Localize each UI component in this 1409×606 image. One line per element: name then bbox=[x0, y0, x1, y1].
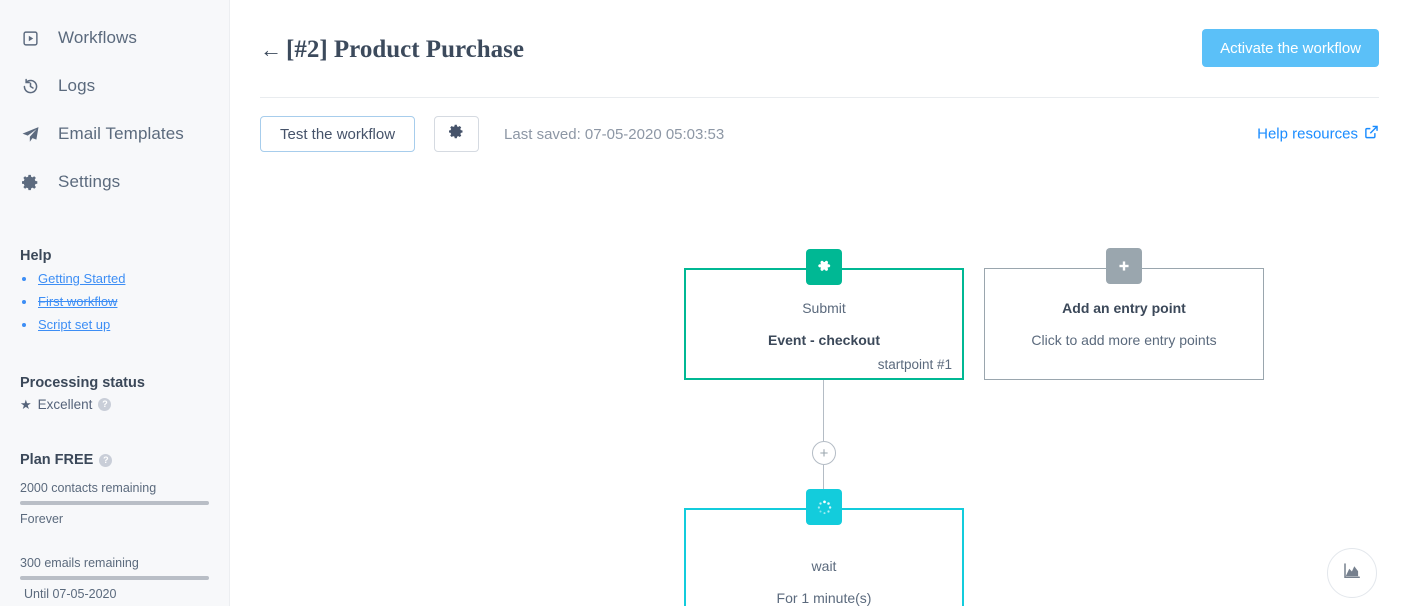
processing-status-title: Processing status bbox=[20, 375, 145, 391]
help-section: Help Getting Started First workflow Scri… bbox=[0, 248, 229, 333]
connector-line-upper bbox=[823, 380, 824, 441]
node-subtitle: Click to add more entry points bbox=[1031, 332, 1217, 348]
sidebar: Workflows Logs Email Templates Settings … bbox=[0, 0, 230, 606]
emails-quota-label: 300 emails remaining bbox=[20, 556, 139, 570]
main-content: ← [#2] Product Purchase Activate the work… bbox=[230, 0, 1409, 606]
wait-node[interactable]: wait For 1 minute(s) #2 bbox=[684, 489, 964, 606]
start-node[interactable]: Submit Event - checkout startpoint #1 bbox=[684, 249, 964, 380]
contacts-quota-sub: Forever bbox=[20, 512, 64, 526]
plan-title: Plan FREE bbox=[20, 452, 94, 468]
sidebar-item-label: Settings bbox=[58, 172, 121, 191]
back-arrow-icon[interactable]: ← bbox=[260, 37, 282, 62]
node-title: Submit bbox=[802, 300, 846, 316]
spinner-icon[interactable] bbox=[806, 489, 842, 525]
help-link-first-workflow[interactable]: First workflow bbox=[38, 294, 117, 309]
gear-icon bbox=[449, 124, 464, 144]
external-link-icon bbox=[1364, 125, 1379, 144]
activate-workflow-button[interactable]: Activate the workflow bbox=[1202, 29, 1379, 67]
status-badge: Excellent bbox=[37, 397, 93, 412]
app-root: Workflows Logs Email Templates Settings … bbox=[0, 0, 1409, 606]
list-item: First workflow bbox=[20, 294, 209, 310]
processing-status-section: Processing status ★ Excellent ? bbox=[0, 375, 229, 412]
help-resources-link[interactable]: Help resources bbox=[1257, 125, 1379, 144]
emails-quota-bar bbox=[20, 576, 209, 580]
play-square-icon bbox=[18, 26, 42, 50]
last-saved-text: Last saved: 07-05-2020 05:03:53 bbox=[504, 125, 725, 143]
plan-header: Plan FREE ? bbox=[20, 452, 209, 468]
node-title: wait bbox=[811, 558, 837, 574]
node-title: Add an entry point bbox=[1062, 300, 1186, 316]
question-mark-icon[interactable]: ? bbox=[99, 453, 113, 467]
history-icon bbox=[18, 74, 42, 98]
help-links-list: Getting Started First workflow Script se… bbox=[20, 271, 209, 333]
add-entry-point-node[interactable]: Add an entry point Click to add more ent… bbox=[984, 248, 1264, 380]
plan-section: Plan FREE ? 2000 contacts remaining Fore… bbox=[0, 452, 229, 601]
help-link-getting-started[interactable]: Getting Started bbox=[38, 271, 125, 286]
processing-status-row: ★ Excellent ? bbox=[20, 397, 209, 412]
sidebar-item-label: Email Templates bbox=[58, 124, 184, 143]
emails-quota: 300 emails remaining Until 07-05-2020 bbox=[20, 556, 209, 601]
list-item: Getting Started bbox=[20, 271, 209, 287]
help-section-title: Help bbox=[20, 248, 52, 264]
question-mark-icon[interactable]: ? bbox=[98, 398, 112, 411]
puzzle-piece-icon[interactable] bbox=[806, 249, 842, 285]
contacts-quota: 2000 contacts remaining Forever bbox=[20, 481, 209, 526]
plus-circle-icon[interactable]: + bbox=[812, 441, 836, 465]
test-workflow-button[interactable]: Test the workflow bbox=[260, 116, 416, 152]
help-link-script-set-up[interactable]: Script set up bbox=[38, 317, 110, 332]
workflow-toolbar: Test the workflow Last saved: 07-05-2020… bbox=[260, 98, 1379, 170]
gear-icon bbox=[18, 170, 42, 194]
page-header: ← [#2] Product Purchase Activate the work… bbox=[260, 0, 1379, 98]
sidebar-item-label: Workflows bbox=[58, 28, 137, 47]
sidebar-nav: Workflows Logs Email Templates Settings bbox=[0, 0, 229, 206]
paper-plane-icon bbox=[18, 122, 42, 146]
page-title-text: [#2] Product Purchase bbox=[286, 36, 524, 63]
emails-quota-sub: Until 07-05-2020 bbox=[24, 587, 117, 601]
list-item: Script set up bbox=[20, 317, 209, 333]
workflow-settings-button[interactable] bbox=[434, 116, 480, 152]
sidebar-item-label: Logs bbox=[58, 76, 96, 95]
star-icon: ★ bbox=[20, 397, 32, 412]
node-subtitle: For 1 minute(s) bbox=[776, 590, 872, 606]
area-chart-icon bbox=[1342, 561, 1362, 586]
help-resources-label: Help resources bbox=[1257, 125, 1358, 143]
contacts-quota-label: 2000 contacts remaining bbox=[20, 481, 157, 495]
node-subtitle: Event - checkout bbox=[767, 332, 881, 348]
sidebar-item-email-templates[interactable]: Email Templates bbox=[0, 110, 229, 158]
workflow-canvas[interactable]: Submit Event - checkout startpoint #1 Ad… bbox=[230, 170, 1409, 606]
sidebar-item-workflows[interactable]: Workflows bbox=[0, 14, 229, 62]
page-title: ← [#2] Product Purchase bbox=[260, 36, 524, 64]
sidebar-item-logs[interactable]: Logs bbox=[0, 62, 229, 110]
stats-fab-button[interactable] bbox=[1327, 548, 1377, 598]
node-tag: startpoint #1 bbox=[877, 357, 952, 372]
quota-spacer bbox=[20, 526, 209, 543]
plus-icon[interactable] bbox=[1106, 248, 1142, 284]
sidebar-item-settings[interactable]: Settings bbox=[0, 158, 229, 206]
add-step-label: + bbox=[819, 444, 829, 462]
contacts-quota-bar bbox=[20, 501, 209, 505]
